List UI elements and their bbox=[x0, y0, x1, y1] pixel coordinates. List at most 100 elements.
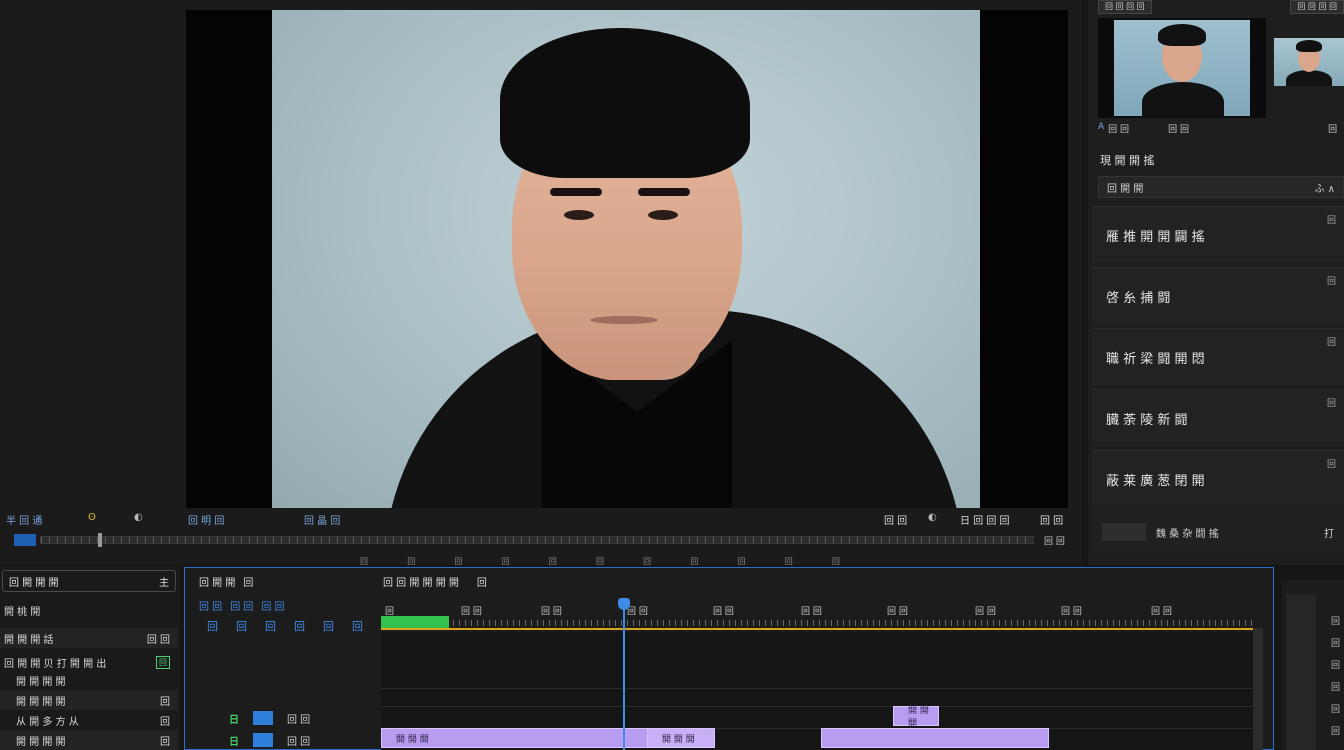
ruler-label: 回 bbox=[690, 557, 699, 566]
timeline-scrollbar[interactable] bbox=[1253, 628, 1263, 750]
video-frame[interactable] bbox=[186, 10, 1068, 508]
sequence-tab[interactable]: 回 回 開 開 開 開 回 bbox=[383, 574, 487, 589]
playhead[interactable] bbox=[623, 598, 625, 750]
select-value: 回 開 開 bbox=[1107, 183, 1144, 195]
project-search[interactable]: 回 開 開 開 主 bbox=[2, 570, 176, 592]
effect-item[interactable]: 臓 荼 陵 新 闘 回 bbox=[1092, 389, 1344, 446]
timeline-tool-icon[interactable]: 回 bbox=[265, 618, 276, 634]
meta-right: 回 bbox=[1328, 125, 1338, 135]
monitor-control-end-label: 回 回 bbox=[1040, 516, 1064, 527]
video-portrait-image bbox=[272, 10, 980, 508]
effect-item[interactable]: 雁 推 開 開 闢 搖 回 bbox=[1092, 206, 1344, 263]
work-area-bar[interactable] bbox=[381, 628, 1253, 630]
timeline-clip[interactable]: 開 開 開 bbox=[893, 706, 939, 729]
monitor-control-left[interactable]: 半 回 通 bbox=[6, 512, 42, 527]
thumbnail-image bbox=[1114, 20, 1250, 116]
monitor-control-end[interactable]: 回 回 bbox=[1040, 512, 1063, 527]
render-bar bbox=[381, 616, 449, 628]
preview-thumbnail-main[interactable] bbox=[1098, 18, 1266, 118]
effect-item[interactable]: 職 祈 梁 闘 開 悶 回 bbox=[1092, 328, 1344, 385]
moon-icon[interactable]: ◐ bbox=[134, 512, 143, 523]
effect-item-label: 職 祈 梁 闘 開 悶 bbox=[1106, 351, 1205, 367]
timeline-tool[interactable]: 回 回 bbox=[230, 598, 253, 613]
timecode-label: 回 回 bbox=[801, 607, 822, 617]
timecode-label: 回 回 bbox=[713, 607, 734, 617]
clip-label: 開 開 開 bbox=[396, 734, 429, 745]
track-header[interactable]: 日 回 回 bbox=[195, 730, 371, 750]
monitor-control-mid2[interactable]: 回 晶 回 bbox=[304, 512, 340, 527]
preview-thumbnail-side[interactable] bbox=[1274, 38, 1344, 86]
effect-item-corner: 回 bbox=[1326, 338, 1336, 348]
effect-item-label: 蔽 莱 廣 葱 閉 開 bbox=[1106, 473, 1205, 489]
project-item[interactable]: 開 開 開 開 回 bbox=[0, 730, 178, 750]
monitor-ruler: 回 回 回 回 回 回 回 回 回 回 回 bbox=[360, 556, 840, 566]
timeline-header-label[interactable]: 回 bbox=[243, 574, 253, 589]
scrubber-handle[interactable] bbox=[98, 533, 102, 547]
monitor-control-mid[interactable]: 回 明 回 bbox=[188, 512, 224, 527]
project-item[interactable]: 開 桃 開 bbox=[0, 600, 178, 620]
timeline-tool-icon[interactable]: 回 bbox=[323, 618, 334, 634]
monitor-control-far-right-label: 日 回 回 回 bbox=[960, 516, 1010, 527]
scrubber-track[interactable] bbox=[40, 536, 1034, 544]
text-tool-icon[interactable]: A bbox=[1098, 122, 1104, 136]
track-label: 回 回 bbox=[287, 714, 311, 726]
track-label: 回 回 bbox=[287, 736, 311, 748]
audio-meter: 回 回 回 回 回 回 bbox=[1282, 580, 1344, 750]
moon-icon[interactable]: ◐ bbox=[928, 512, 937, 523]
playhead-handle[interactable] bbox=[618, 598, 630, 610]
sequence-menu[interactable]: 回 bbox=[477, 574, 487, 589]
clip-label: 開 開 開 bbox=[662, 734, 695, 745]
footer-corner[interactable]: 打 bbox=[1324, 525, 1334, 540]
timeline-tool[interactable]: 回 回 bbox=[199, 598, 222, 613]
project-item[interactable]: 从 開 多 方 从 回 bbox=[0, 710, 178, 730]
tab-right[interactable]: 回 回 回 回 bbox=[1290, 0, 1344, 14]
timeline-tool-icon[interactable]: 回 bbox=[294, 618, 305, 634]
effects-select[interactable]: 回 開 開 ふ ∧ bbox=[1098, 176, 1344, 198]
timeline-tool[interactable]: 回 回 bbox=[261, 598, 284, 613]
track-toggle-icon[interactable]: 日 bbox=[229, 711, 239, 726]
project-item[interactable]: 開 開 開 話 回 回 bbox=[0, 628, 178, 648]
project-search-label: 回 開 開 開 bbox=[9, 577, 59, 589]
timeline-header-label[interactable]: 回 開 開 bbox=[199, 574, 235, 589]
sequence-name: 回 回 開 開 開 開 bbox=[383, 578, 459, 589]
select-right: ふ ∧ bbox=[1314, 183, 1336, 195]
monitor-control-far-right[interactable]: 日 回 回 回 bbox=[960, 512, 1010, 527]
effect-item-corner: 回 bbox=[1326, 277, 1336, 287]
timecode-label: 回 回 bbox=[887, 607, 908, 617]
project-item-label: 从 開 多 方 从 bbox=[16, 716, 79, 728]
project-item-right: 回 bbox=[160, 736, 170, 748]
timecode-label: 回 回 bbox=[461, 607, 482, 617]
effect-item[interactable]: 啓 糸 捕 闘 回 bbox=[1092, 267, 1344, 324]
project-item[interactable]: 開 開 開 開 bbox=[0, 670, 178, 690]
timeline-tool-icons: 回 回 回 回 回 回 bbox=[207, 618, 363, 634]
tab-left[interactable]: 回 回 回 回 bbox=[1098, 0, 1152, 14]
monitor-control-right[interactable]: 回 回 bbox=[884, 512, 907, 527]
timeline-clip[interactable]: 開 開 開 bbox=[647, 728, 715, 748]
monitor-controls: 半 回 通 ʘ ◐ 回 明 回 回 晶 回 回 回 ◐ 日 回 回 回 回 回 bbox=[0, 508, 1082, 530]
project-item[interactable]: 回 開 開 贝 打 開 開 出 回 bbox=[0, 652, 178, 672]
marker-icon[interactable]: ʘ bbox=[88, 512, 96, 523]
monitor-scrubber[interactable]: 回 回 bbox=[0, 532, 1070, 548]
scrubber-in-point[interactable] bbox=[14, 534, 36, 546]
timeline-tool-icon[interactable]: 回 bbox=[352, 618, 363, 634]
timeline-tool-icon[interactable]: 回 bbox=[207, 618, 218, 634]
meter-label: 回 bbox=[1330, 705, 1340, 715]
timecode-label: 回 回 bbox=[975, 607, 996, 617]
timeline-ruler[interactable]: 回 回 回 回 回 回 回 回 回 回 回 回 回 回 回 回 回 回 回 bbox=[381, 598, 1257, 628]
track-target-icon[interactable] bbox=[253, 711, 273, 725]
timeline-clip[interactable] bbox=[821, 728, 1049, 748]
track-toggle-icon[interactable]: 日 bbox=[229, 733, 239, 748]
effect-item-label: 臓 荼 陵 新 闘 bbox=[1106, 412, 1188, 428]
timeline-tool-icon[interactable]: 回 bbox=[236, 618, 247, 634]
meter-label: 回 bbox=[1330, 639, 1340, 649]
track-header[interactable]: 日 回 回 bbox=[195, 708, 371, 728]
footer-input[interactable] bbox=[1102, 523, 1146, 541]
project-item[interactable]: 開 開 開 開 回 bbox=[0, 690, 178, 710]
effect-item[interactable]: 蔽 莱 廣 葱 閉 開 回 bbox=[1092, 450, 1344, 507]
project-item-label: 開 開 開 話 bbox=[4, 634, 54, 646]
project-search-right: 主 bbox=[159, 577, 169, 589]
track-target-icon[interactable] bbox=[253, 733, 273, 747]
effect-item-label: 啓 糸 捕 闘 bbox=[1106, 290, 1171, 306]
effect-item-corner: 回 bbox=[1326, 460, 1336, 470]
thumbnail-body bbox=[1286, 70, 1332, 86]
